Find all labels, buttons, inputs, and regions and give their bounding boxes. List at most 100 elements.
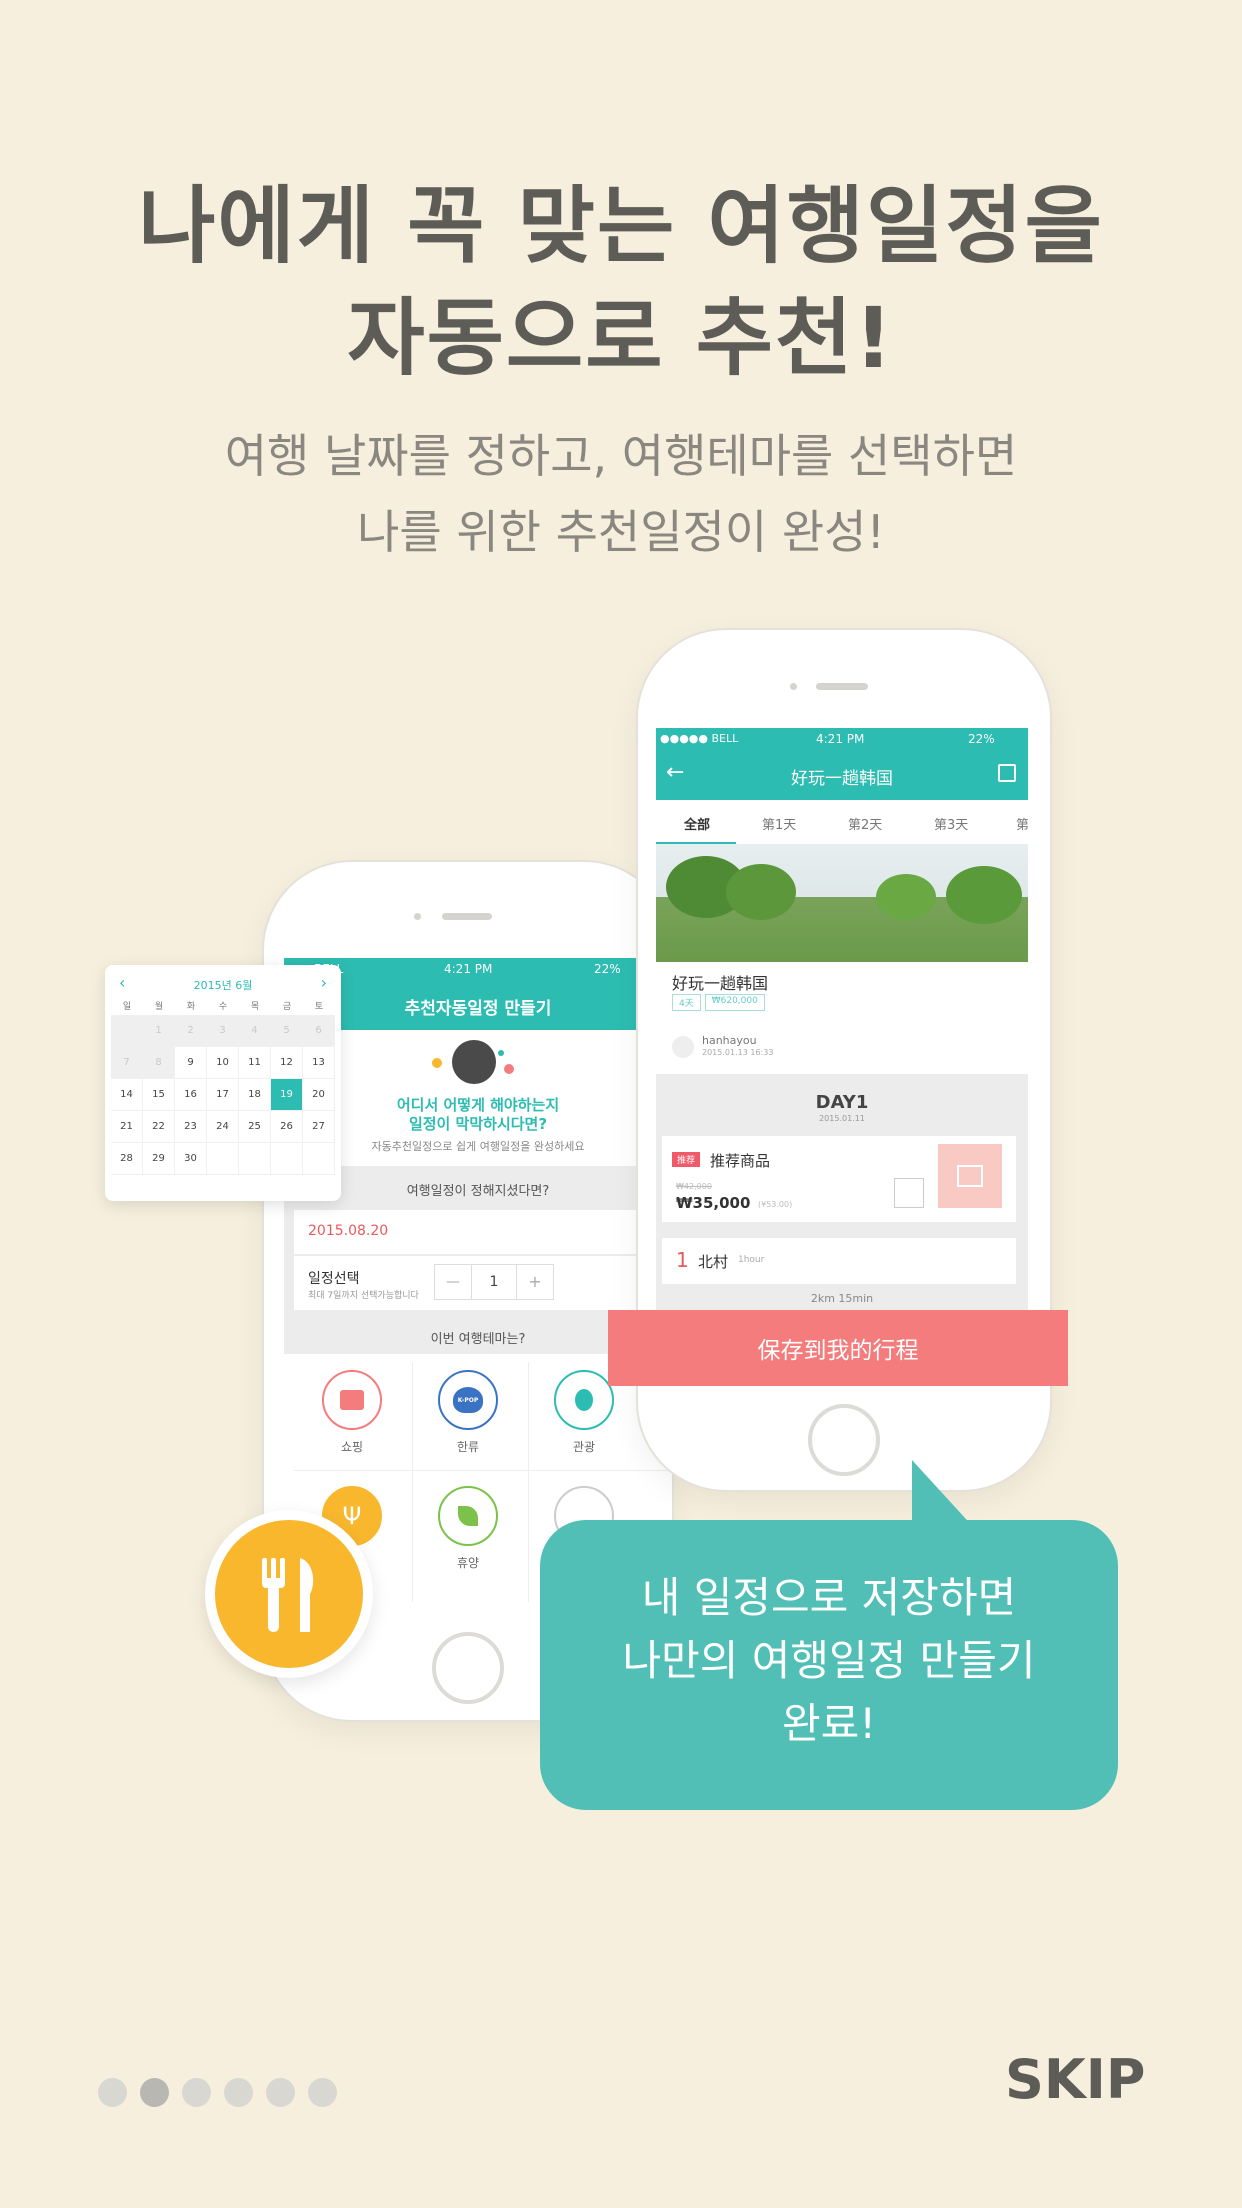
calendar-day[interactable]: 9: [175, 1047, 207, 1079]
calendar-day[interactable]: 3: [207, 1015, 239, 1047]
bubble-line2: 나만의 여행일정 만들기: [622, 1636, 1036, 1685]
calendar-day[interactable]: 15: [143, 1079, 175, 1111]
calendar-day[interactable]: 29: [143, 1143, 175, 1175]
theme-shopping-button[interactable]: [322, 1370, 382, 1430]
calendar-next-button[interactable]: ›: [321, 973, 327, 992]
page-dot[interactable]: [266, 2078, 295, 2107]
teal-dot-icon: [498, 1050, 504, 1056]
left-phone-screen: BELL 4:21 PM 22% 추천자동일정 만들기 다음 어디서 어떻게 해…: [284, 958, 672, 1608]
subheadline-line2: 나를 위한 추천일정이 완성!: [357, 505, 885, 559]
stepper-minus-button[interactable]: —: [435, 1265, 472, 1299]
avatar: [672, 1036, 694, 1058]
calendar-day[interactable]: 27: [303, 1111, 335, 1143]
shopping-bag-icon: [340, 1390, 364, 1410]
divider: [412, 1362, 413, 1602]
calendar-day[interactable]: 17: [207, 1079, 239, 1111]
calendar-day[interactable]: 7: [111, 1047, 143, 1079]
user-name: hanhayou: [702, 1034, 757, 1047]
calendar-day[interactable]: 18: [239, 1079, 271, 1111]
calendar-day[interactable]: 25: [239, 1111, 271, 1143]
stepper-plus-button[interactable]: +: [516, 1265, 553, 1299]
calendar-day[interactable]: 5: [271, 1015, 303, 1047]
calendar-day[interactable]: 24: [207, 1111, 239, 1143]
tree: [876, 874, 936, 920]
calendar-day[interactable]: 12: [271, 1047, 303, 1079]
red-dot-icon: [504, 1064, 514, 1074]
calendar-day[interactable]: 2: [175, 1015, 207, 1047]
tab-day2[interactable]: 第2天: [848, 814, 882, 833]
headline-line1: 나에게 꼭 맞는 여행일정을: [138, 177, 1104, 275]
calendar-day[interactable]: 30: [175, 1143, 207, 1175]
calendar-day[interactable]: 13: [303, 1047, 335, 1079]
subheadline: 여행 날짜를 정하고, 여행테마를 선택하면 나를 위한 추천일정이 완성!: [0, 418, 1242, 570]
calendar-day[interactable]: 26: [271, 1111, 303, 1143]
subheadline-line1: 여행 날짜를 정하고, 여행테마를 선택하면: [224, 429, 1018, 483]
page-dot[interactable]: [98, 2078, 127, 2107]
divider: [528, 1362, 529, 1602]
calendar-day[interactable]: 14: [111, 1079, 143, 1111]
nav-bar: ← 好玩一趟韩国: [656, 750, 1028, 800]
calendar-day[interactable]: 23: [175, 1111, 207, 1143]
intro-illustration: [412, 1040, 532, 1090]
theme-tour-button[interactable]: [554, 1370, 614, 1430]
calendar-day[interactable]: 1: [143, 1015, 175, 1047]
nav-bar: 추천자동일정 만들기 다음: [284, 980, 672, 1030]
tab-all[interactable]: 全部: [684, 814, 710, 833]
page-indicator: [98, 2078, 337, 2107]
calendar-day[interactable]: 20: [303, 1079, 335, 1111]
theme-rest-label: 휴양: [456, 1556, 480, 1570]
calendar-day[interactable]: 11: [239, 1047, 271, 1079]
no-image-icon: [894, 1178, 924, 1208]
theme-hallyu-button[interactable]: K-POP: [438, 1370, 498, 1430]
calendar-day: [303, 1143, 335, 1175]
spot-row[interactable]: 1 北村 1hour: [662, 1238, 1016, 1284]
tab-day3[interactable]: 第3天: [934, 814, 968, 833]
gift-icon-tile: [938, 1144, 1002, 1208]
tab-day4[interactable]: 第: [1016, 814, 1028, 833]
days-stepper[interactable]: — 1 +: [434, 1264, 554, 1300]
date-section-title: 여행일정이 정해지셨다면?: [406, 1184, 550, 1199]
battery-label: 22%: [594, 962, 621, 976]
calendar-day[interactable]: 19: [271, 1079, 303, 1111]
page-dot[interactable]: [182, 2078, 211, 2107]
right-phone-camera: [790, 683, 797, 690]
carrier-label: ●●●●● BELL: [660, 732, 739, 745]
page-dot[interactable]: [140, 2078, 169, 2107]
calendar-day[interactable]: 6: [303, 1015, 335, 1047]
theme-tour-label: 관광: [572, 1440, 596, 1454]
right-phone-home-button[interactable]: [808, 1404, 880, 1476]
map-pin-icon[interactable]: [998, 764, 1016, 782]
left-phone-home-button[interactable]: [432, 1632, 504, 1704]
price: ₩35,000: [676, 1194, 751, 1212]
spot-time: 1hour: [738, 1255, 765, 1265]
calendar-day[interactable]: 16: [175, 1079, 207, 1111]
page-dot[interactable]: [308, 2078, 337, 2107]
calendar-day[interactable]: 4: [239, 1015, 271, 1047]
calendar-day[interactable]: 28: [111, 1143, 143, 1175]
calendar-day[interactable]: 8: [143, 1047, 175, 1079]
bubble-tail: [912, 1460, 976, 1530]
food-badge: [205, 1510, 373, 1678]
date-row[interactable]: 2015.08.20 ›: [294, 1210, 672, 1254]
right-phone-speaker: [816, 683, 868, 690]
calendar-day[interactable]: 10: [207, 1047, 239, 1079]
save-to-trip-button[interactable]: 保存到我的行程: [608, 1310, 1068, 1386]
theme-rest-button[interactable]: [438, 1486, 498, 1546]
calendar-week: 14 15 16 17 18 19 20: [111, 1079, 335, 1111]
intro-desc: 자동추천일정으로 쉽게 여행일정을 완성하세요: [371, 1140, 585, 1153]
stepper-value[interactable]: 1: [472, 1265, 516, 1299]
recommend-title: 推荐商品: [710, 1152, 771, 1170]
page-dot[interactable]: [224, 2078, 253, 2107]
tree: [726, 864, 796, 920]
tab-day1[interactable]: 第1天: [762, 814, 796, 833]
skip-button[interactable]: SKIP: [1005, 2048, 1145, 2111]
calendar-day[interactable]: 22: [143, 1111, 175, 1143]
recommend-card[interactable]: 推荐 推荐商品 ₩42,000 ₩35,000 (¥53.00): [662, 1136, 1016, 1222]
fork-icon: Ψ: [342, 1502, 362, 1530]
calendar-day[interactable]: 21: [111, 1111, 143, 1143]
fork-knife-icon: [262, 1558, 314, 1632]
calendar-week: 7 8 9 10 11 12 13: [111, 1047, 335, 1079]
status-bar: BELL 4:21 PM 22%: [284, 958, 672, 980]
intro-question-line2: 일정이 막막하시다면?: [408, 1115, 548, 1133]
calendar-day: [207, 1143, 239, 1175]
